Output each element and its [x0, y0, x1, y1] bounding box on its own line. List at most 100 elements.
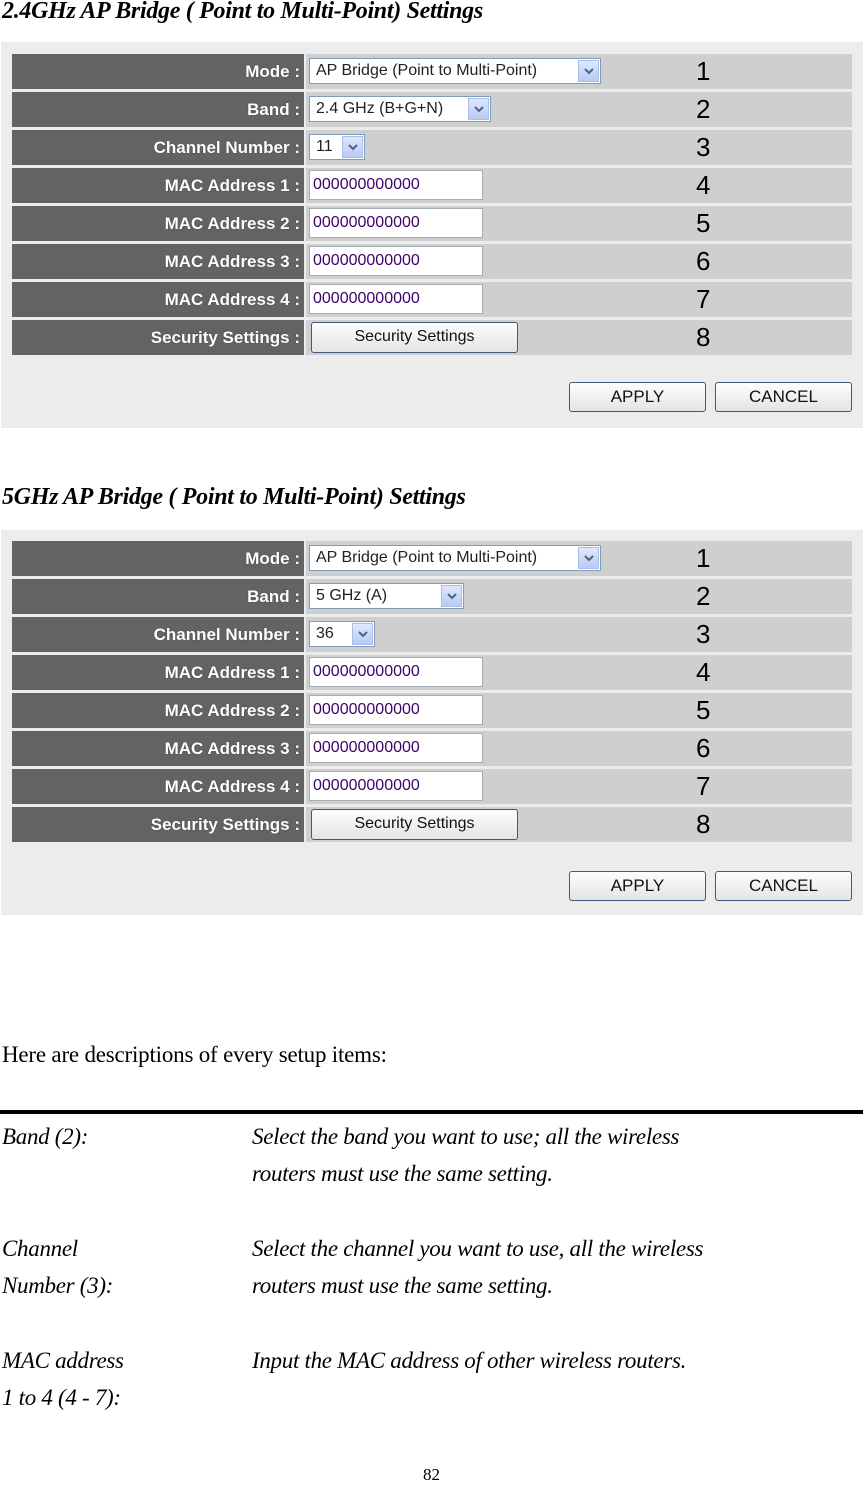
form-row: Security Settings : Security Settings 8 — [12, 320, 852, 355]
callout-number: 1 — [696, 543, 711, 573]
definition-line: Select the channel you want to use, all … — [252, 1236, 704, 1261]
description-term: Band (2): — [2, 1118, 242, 1155]
callout-number: 8 — [696, 809, 711, 839]
definition-line: routers must use the same setting. — [252, 1273, 553, 1298]
callout-number: 5 — [696, 695, 711, 725]
mac-address-input[interactable]: 000000000000 — [309, 657, 483, 687]
mac-address-input[interactable]: 000000000000 — [309, 246, 483, 276]
field-label: MAC Address 2 : — [12, 693, 304, 728]
mac-address-input[interactable]: 000000000000 — [309, 208, 483, 238]
chevron-down-icon[interactable] — [578, 547, 599, 569]
field-label: Band : — [12, 579, 304, 614]
section-title-2-4ghz: 2.4GHz AP Bridge ( Point to Multi-Point)… — [2, 0, 483, 24]
callout-number: 4 — [696, 170, 711, 200]
form-row: Security Settings : Security Settings 8 — [12, 807, 852, 842]
description-term: Channel Number (3): — [2, 1230, 242, 1304]
form-row: Mode : AP Bridge (Point to Multi-Point) 1 — [12, 54, 852, 89]
field-label: MAC Address 3 : — [12, 731, 304, 766]
form-row: MAC Address 2 :000000000000 5 — [12, 693, 852, 728]
dropdown-select[interactable]: 11 — [309, 134, 365, 160]
mac-address-input[interactable]: 000000000000 — [309, 170, 483, 200]
term-line: Band (2): — [2, 1124, 89, 1149]
definition-line: routers must use the same setting. — [252, 1161, 553, 1186]
field-value-cell: 000000000000 6 — [306, 244, 852, 279]
field-value-cell: 000000000000 6 — [306, 731, 852, 766]
security-settings-button[interactable]: Security Settings — [311, 322, 518, 353]
callout-number: 4 — [696, 657, 711, 687]
callout-number: 5 — [696, 208, 711, 238]
settings-panel-5ghz: Mode : AP Bridge (Point to Multi-Point) 1 B… — [1, 530, 863, 915]
dropdown-select[interactable]: 2.4 GHz (B+G+N) — [309, 96, 491, 122]
term-line: Channel — [2, 1236, 78, 1261]
field-value-cell: Security Settings 8 — [306, 320, 852, 355]
cancel-button[interactable]: CANCEL — [715, 871, 852, 901]
field-label: MAC Address 4 : — [12, 769, 304, 804]
field-label: Security Settings : — [12, 807, 304, 842]
field-label: Mode : — [12, 541, 304, 576]
field-value-cell: AP Bridge (Point to Multi-Point) 1 — [306, 541, 852, 576]
description-mac-address: MAC address 1 to 4 (4 - 7): Input the MAC… — [2, 1342, 862, 1422]
form-row: Channel Number : 11 3 — [12, 130, 852, 165]
description-term: MAC address 1 to 4 (4 - 7): — [2, 1342, 242, 1416]
selected-value: 5 GHz (A) — [316, 587, 388, 604]
field-value-cell: 000000000000 7 — [306, 769, 852, 804]
dropdown-select[interactable]: AP Bridge (Point to Multi-Point) — [309, 545, 601, 571]
term-line: 1 to 4 (4 - 7): — [2, 1385, 121, 1410]
definition-line: Input the MAC address of other wireless … — [252, 1348, 687, 1373]
form-row: Channel Number : 36 3 — [12, 617, 852, 652]
form-row: MAC Address 4 :000000000000 7 — [12, 769, 852, 804]
intro-text: Here are descriptions of every setup ite… — [2, 1042, 387, 1067]
form-row: MAC Address 4 :000000000000 7 — [12, 282, 852, 317]
field-label: Channel Number : — [12, 130, 304, 165]
description-definition: Select the band you want to use; all the… — [252, 1118, 862, 1192]
field-value-cell: 5 GHz (A) 2 — [306, 579, 852, 614]
form-row: Band : 2.4 GHz (B+G+N) 2 — [12, 92, 852, 127]
callout-number: 6 — [696, 733, 711, 763]
divider — [0, 1110, 863, 1114]
callout-number: 2 — [696, 581, 711, 611]
field-label: Band : — [12, 92, 304, 127]
cancel-button[interactable]: CANCEL — [715, 382, 852, 412]
field-label: Security Settings : — [12, 320, 304, 355]
chevron-down-icon[interactable] — [342, 136, 363, 158]
mac-address-input[interactable]: 000000000000 — [309, 733, 483, 763]
mac-address-input[interactable]: 000000000000 — [309, 284, 483, 314]
field-value-cell: AP Bridge (Point to Multi-Point) 1 — [306, 54, 852, 89]
description-channel: Channel Number (3): Select the channel yo… — [2, 1230, 862, 1310]
mac-address-input[interactable]: 000000000000 — [309, 695, 483, 725]
selected-value: AP Bridge (Point to Multi-Point) — [316, 62, 538, 79]
chevron-down-icon[interactable] — [578, 60, 599, 82]
selected-value: AP Bridge (Point to Multi-Point) — [316, 549, 538, 566]
dropdown-select[interactable]: 5 GHz (A) — [309, 583, 464, 609]
callout-number: 6 — [696, 246, 711, 276]
apply-button[interactable]: APPLY — [569, 382, 706, 412]
settings-panel-2-4ghz: Mode : AP Bridge (Point to Multi-Point) 1 B… — [1, 42, 863, 428]
field-label: MAC Address 4 : — [12, 282, 304, 317]
selected-value: 11 — [316, 138, 333, 155]
callout-number: 2 — [696, 94, 711, 124]
form-row: MAC Address 1 :000000000000 4 — [12, 168, 852, 203]
chevron-down-icon[interactable] — [468, 98, 489, 120]
field-value-cell: 2.4 GHz (B+G+N) 2 — [306, 92, 852, 127]
field-label: MAC Address 2 : — [12, 206, 304, 241]
field-value-cell: Security Settings 8 — [306, 807, 852, 842]
chevron-down-icon[interactable] — [441, 585, 462, 607]
term-line: Number (3): — [2, 1273, 114, 1298]
settings-rows: Mode : AP Bridge (Point to Multi-Point) 1 B… — [12, 54, 852, 358]
callout-number: 7 — [696, 284, 711, 314]
page-number: 82 — [423, 1465, 440, 1484]
settings-rows: Mode : AP Bridge (Point to Multi-Point) 1 B… — [12, 541, 852, 845]
mac-address-input[interactable]: 000000000000 — [309, 771, 483, 801]
chevron-down-icon[interactable] — [352, 623, 373, 645]
form-row: MAC Address 1 :000000000000 4 — [12, 655, 852, 690]
field-label: MAC Address 1 : — [12, 655, 304, 690]
field-label: Mode : — [12, 54, 304, 89]
security-settings-button[interactable]: Security Settings — [311, 809, 518, 840]
dropdown-select[interactable]: AP Bridge (Point to Multi-Point) — [309, 58, 601, 84]
dropdown-select[interactable]: 36 — [309, 621, 375, 647]
field-value-cell: 000000000000 7 — [306, 282, 852, 317]
field-value-cell: 000000000000 5 — [306, 693, 852, 728]
apply-button[interactable]: APPLY — [569, 871, 706, 901]
description-definition: Select the channel you want to use, all … — [252, 1230, 862, 1304]
term-line: MAC address — [2, 1348, 124, 1373]
